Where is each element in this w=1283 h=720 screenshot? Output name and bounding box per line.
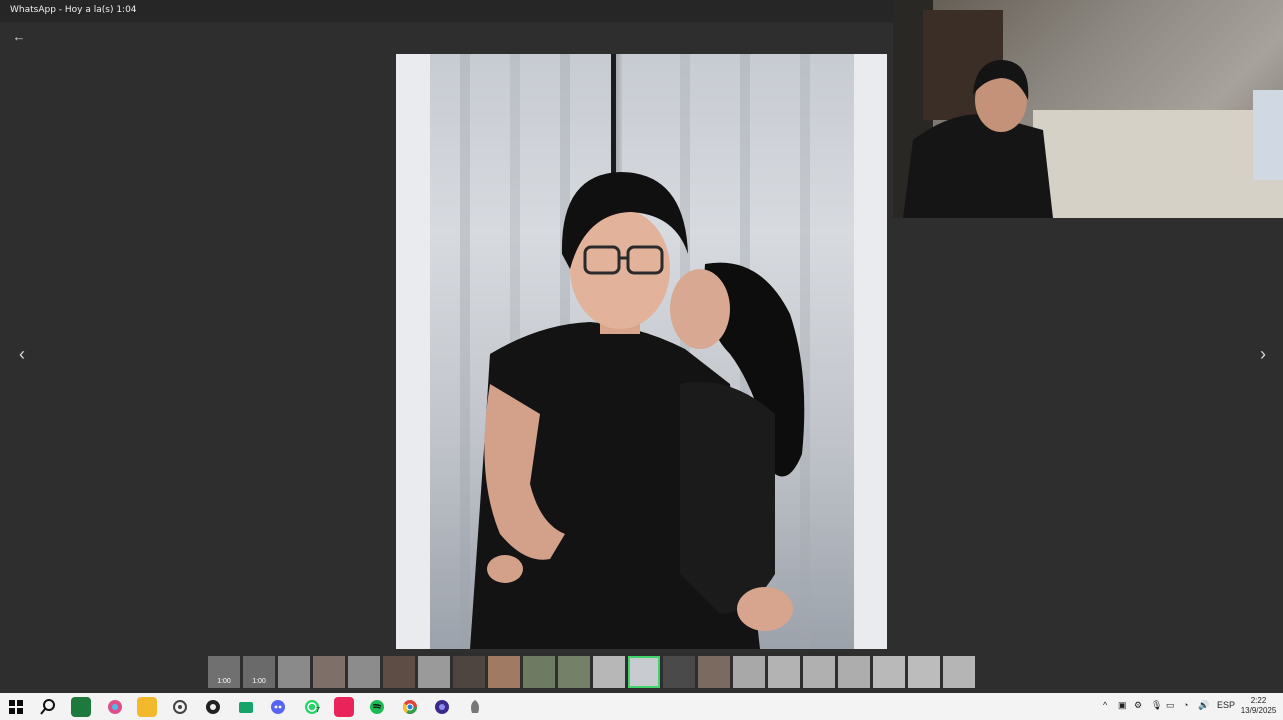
language-indicator[interactable]: ESP xyxy=(1217,700,1235,710)
thumbnail[interactable] xyxy=(313,656,345,688)
chevron-up-icon[interactable]: ^ xyxy=(1103,700,1107,710)
webcam-overlay xyxy=(893,0,1283,218)
thumbnail[interactable] xyxy=(558,656,590,688)
thumbnail[interactable] xyxy=(453,656,485,688)
battery-icon[interactable]: ▭ xyxy=(1166,700,1175,711)
obs-icon[interactable] xyxy=(203,697,223,717)
thumbnail[interactable] xyxy=(803,656,835,688)
whatsapp-icon[interactable]: 7 xyxy=(302,697,322,717)
capcut-icon[interactable] xyxy=(334,697,354,717)
tray-app-icon[interactable]: ▣ xyxy=(1118,700,1127,711)
clock[interactable]: 2:22 13/9/2025 xyxy=(1236,696,1281,716)
thumbnail[interactable] xyxy=(418,656,450,688)
photo-content xyxy=(430,54,854,649)
couple-figure xyxy=(470,172,805,649)
taskbar: 7 ^ ▣ ⚙ 🎙 ▭ ◔ 🔊 ESP 2:22 13/9/2025 xyxy=(0,693,1283,720)
wifi-icon[interactable]: ◔ xyxy=(1183,700,1188,710)
discord-icon[interactable] xyxy=(268,697,288,717)
webcam-scene xyxy=(893,0,1283,218)
thumbnail[interactable] xyxy=(593,656,625,688)
thumbnail-duration: 1:00 xyxy=(252,678,266,685)
shell-app-icon[interactable] xyxy=(465,697,485,717)
thumbnail[interactable] xyxy=(768,656,800,688)
thumbnail[interactable] xyxy=(873,656,905,688)
thumbnail[interactable] xyxy=(278,656,310,688)
volume-icon[interactable]: 🔊 xyxy=(1198,700,1209,711)
thumbnail[interactable] xyxy=(383,656,415,688)
store-app-icon[interactable] xyxy=(236,697,256,717)
terminal-app-icon[interactable] xyxy=(71,697,91,717)
tray-settings-icon[interactable]: ⚙ xyxy=(1134,700,1142,711)
clock-date: 13/9/2025 xyxy=(1240,706,1277,715)
whatsapp-badge: 7 xyxy=(316,707,320,714)
thumbnail[interactable] xyxy=(663,656,695,688)
file-explorer-icon[interactable] xyxy=(137,697,157,717)
windows-start-icon[interactable] xyxy=(6,697,26,717)
thumbnail[interactable] xyxy=(733,656,765,688)
thumbnail[interactable] xyxy=(838,656,870,688)
search-icon[interactable] xyxy=(38,697,58,717)
thumbnail-strip: 1:00 1:00 xyxy=(208,656,975,688)
thumbnail[interactable] xyxy=(488,656,520,688)
thumbnail-selected[interactable] xyxy=(628,656,660,688)
chrome-icon[interactable] xyxy=(400,697,420,717)
thumbnail[interactable]: 1:00 xyxy=(208,656,240,688)
paint-app-icon[interactable] xyxy=(105,697,125,717)
thumbnail[interactable] xyxy=(698,656,730,688)
spotify-icon[interactable] xyxy=(367,697,387,717)
window-title: WhatsApp - Hoy a la(s) 1:04 xyxy=(10,5,137,15)
back-button[interactable]: ← xyxy=(8,28,30,46)
record-app-icon[interactable] xyxy=(432,697,452,717)
thumbnail[interactable] xyxy=(943,656,975,688)
next-image-button[interactable]: › xyxy=(1253,343,1273,365)
settings-app-icon[interactable] xyxy=(170,697,190,717)
thumbnail-duration: 1:00 xyxy=(217,678,231,685)
previous-image-button[interactable]: ‹ xyxy=(12,343,32,365)
microphone-icon[interactable]: 🎙 xyxy=(1151,700,1162,711)
thumbnail[interactable] xyxy=(523,656,555,688)
thumbnail[interactable] xyxy=(908,656,940,688)
clock-time: 2:22 xyxy=(1250,696,1267,705)
main-photo xyxy=(396,54,887,649)
thumbnail[interactable] xyxy=(348,656,380,688)
thumbnail[interactable]: 1:00 xyxy=(243,656,275,688)
